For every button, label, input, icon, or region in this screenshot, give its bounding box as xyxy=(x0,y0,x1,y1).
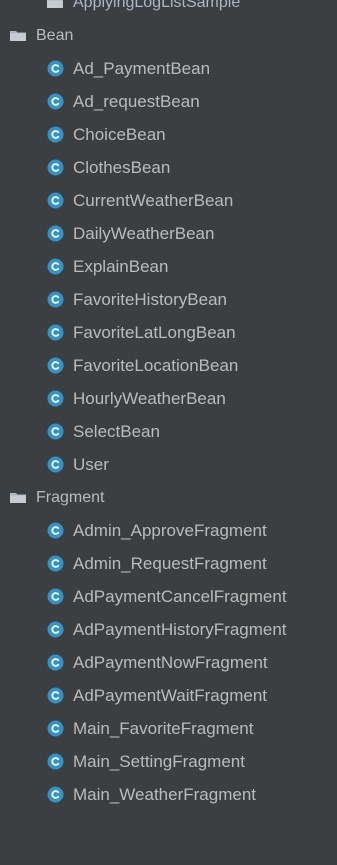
tree-class-item[interactable]: CurrentWeatherBean xyxy=(0,184,337,217)
class-label: User xyxy=(73,454,109,474)
class-icon xyxy=(47,357,64,374)
tree-class-item[interactable]: DailyWeatherBean xyxy=(0,217,337,250)
tree-class-item[interactable]: AdPaymentHistoryFragment xyxy=(0,613,337,646)
class-icon xyxy=(47,258,64,275)
tree-class-item[interactable]: Main_FavoriteFragment xyxy=(0,712,337,745)
class-label: AdPaymentWaitFragment xyxy=(73,685,267,705)
class-icon xyxy=(47,456,64,473)
class-label: ExplainBean xyxy=(73,256,169,276)
folder-icon xyxy=(10,30,26,41)
tree-folder-fragment[interactable]: Fragment xyxy=(0,481,337,514)
tree-folder-partial[interactable]: ApplyingLogListSample xyxy=(0,0,337,19)
class-label: ClothesBean xyxy=(73,157,171,177)
tree-class-item[interactable]: Admin_ApproveFragment xyxy=(0,514,337,547)
tree-class-item[interactable]: ExplainBean xyxy=(0,250,337,283)
class-icon xyxy=(47,654,64,671)
class-icon xyxy=(47,159,64,176)
class-label: FavoriteLocationBean xyxy=(73,355,239,375)
class-label: Main_WeatherFragment xyxy=(73,784,256,804)
class-label: ChoiceBean xyxy=(73,124,166,144)
tree-class-item[interactable]: User xyxy=(0,448,337,481)
class-label: FavoriteHistoryBean xyxy=(73,289,228,309)
class-icon xyxy=(47,93,64,110)
tree-class-item[interactable]: FavoriteLatLongBean xyxy=(0,316,337,349)
tree-class-item[interactable]: Main_SettingFragment xyxy=(0,745,337,778)
class-label: CurrentWeatherBean xyxy=(73,190,234,210)
class-icon xyxy=(47,291,64,308)
tree-folder-bean[interactable]: Bean xyxy=(0,19,337,52)
class-icon xyxy=(47,720,64,737)
class-label: SelectBean xyxy=(73,421,160,441)
class-icon xyxy=(47,60,64,77)
class-label: Admin_ApproveFragment xyxy=(73,520,267,540)
folder-icon xyxy=(47,0,63,8)
class-icon xyxy=(47,324,64,341)
tree-class-item[interactable]: Ad_PaymentBean xyxy=(0,52,337,85)
tree-class-item[interactable]: FavoriteLocationBean xyxy=(0,349,337,382)
class-icon xyxy=(47,555,64,572)
tree-class-item[interactable]: HourlyWeatherBean xyxy=(0,382,337,415)
class-label: AdPaymentCancelFragment xyxy=(73,586,287,606)
project-tree: ApplyingLogListSample Bean Ad_PaymentBean A… xyxy=(0,0,337,811)
class-icon xyxy=(47,687,64,704)
class-label: Main_FavoriteFragment xyxy=(73,718,254,738)
class-label: AdPaymentNowFragment xyxy=(73,652,268,672)
tree-class-item[interactable]: ClothesBean xyxy=(0,151,337,184)
tree-class-item[interactable]: AdPaymentCancelFragment xyxy=(0,580,337,613)
class-label: Ad_requestBean xyxy=(73,91,200,111)
class-label: HourlyWeatherBean xyxy=(73,388,226,408)
tree-class-item[interactable]: AdPaymentWaitFragment xyxy=(0,679,337,712)
class-icon xyxy=(47,753,64,770)
class-icon xyxy=(47,588,64,605)
tree-class-item[interactable]: ChoiceBean xyxy=(0,118,337,151)
folder-icon xyxy=(10,492,26,503)
class-icon xyxy=(47,126,64,143)
class-icon xyxy=(47,786,64,803)
class-icon xyxy=(47,390,64,407)
class-label: Main_SettingFragment xyxy=(73,751,245,771)
tree-class-item[interactable]: Ad_requestBean xyxy=(0,85,337,118)
folder-label: Bean xyxy=(36,26,74,44)
class-icon xyxy=(47,192,64,209)
class-icon xyxy=(47,522,64,539)
class-label: FavoriteLatLongBean xyxy=(73,322,236,342)
folder-label: Fragment xyxy=(36,488,105,506)
tree-class-item[interactable]: Admin_RequestFragment xyxy=(0,547,337,580)
tree-class-item[interactable]: FavoriteHistoryBean xyxy=(0,283,337,316)
tree-class-item[interactable]: SelectBean xyxy=(0,415,337,448)
folder-label: ApplyingLogListSample xyxy=(73,0,241,11)
class-label: AdPaymentHistoryFragment xyxy=(73,619,287,639)
class-icon xyxy=(47,621,64,638)
class-label: Ad_PaymentBean xyxy=(73,58,211,78)
class-icon xyxy=(47,423,64,440)
tree-class-item[interactable]: Main_WeatherFragment xyxy=(0,778,337,811)
class-label: DailyWeatherBean xyxy=(73,223,215,243)
class-icon xyxy=(47,225,64,242)
tree-class-item[interactable]: AdPaymentNowFragment xyxy=(0,646,337,679)
class-label: Admin_RequestFragment xyxy=(73,553,267,573)
